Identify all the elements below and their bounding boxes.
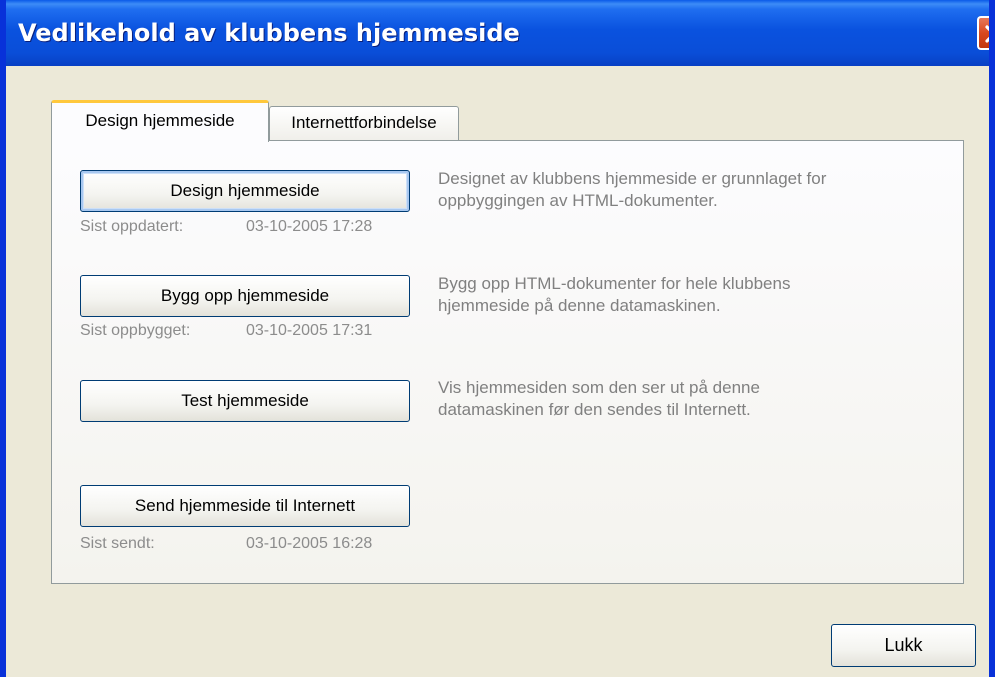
- last-updated-label: Sist oppdatert:: [80, 218, 184, 235]
- tab-internettforbindelse[interactable]: Internettforbindelse: [269, 106, 459, 140]
- close-icon: [985, 25, 989, 43]
- tab-design-hjemmeside[interactable]: Design hjemmeside: [51, 100, 269, 142]
- build-description-line1: Bygg opp HTML-dokumenter for hele klubbe…: [438, 274, 791, 293]
- build-description: Bygg opp HTML-dokumenter for hele klubbe…: [438, 273, 938, 317]
- build-homepage-button[interactable]: Bygg opp hjemmeside: [80, 275, 410, 317]
- last-sent-info: Sist sendt: 03-10-2005 16:28: [80, 535, 372, 553]
- build-description-line2: hjemmeside på denne datamaskinen.: [438, 296, 721, 315]
- title-bar[interactable]: Vedlikehold av klubbens hjemmeside: [6, 0, 989, 66]
- last-updated-info: Sist oppdatert: 03-10-2005 17:28: [80, 218, 372, 236]
- test-description-line1: Vis hjemmesiden som den ser ut på denne: [438, 378, 760, 397]
- window-close-button[interactable]: [977, 16, 989, 50]
- last-built-label: Sist oppbygget:: [80, 322, 191, 339]
- last-sent-value: 03-10-2005 16:28: [246, 535, 373, 552]
- last-updated-value: 03-10-2005 17:28: [246, 218, 373, 235]
- send-homepage-button[interactable]: Send hjemmeside til Internett: [80, 485, 410, 527]
- design-description-line1: Designet av klubbens hjemmeside er grunn…: [438, 169, 827, 188]
- last-built-info: Sist oppbygget: 03-10-2005 17:31: [80, 322, 372, 340]
- test-description: Vis hjemmesiden som den ser ut på denne …: [438, 377, 938, 421]
- last-built-value: 03-10-2005 17:31: [246, 322, 373, 339]
- last-sent-label: Sist sendt:: [80, 535, 155, 552]
- window-title: Vedlikehold av klubbens hjemmeside: [18, 19, 520, 47]
- test-homepage-button[interactable]: Test hjemmeside: [80, 380, 410, 422]
- design-homepage-button[interactable]: Design hjemmeside: [80, 170, 410, 212]
- close-button[interactable]: Lukk: [831, 624, 976, 667]
- design-description-line2: oppbyggingen av HTML-dokumenter.: [438, 191, 718, 210]
- design-description: Designet av klubbens hjemmeside er grunn…: [438, 168, 938, 212]
- test-description-line2: datamaskinen før den sendes til Internet…: [438, 400, 751, 419]
